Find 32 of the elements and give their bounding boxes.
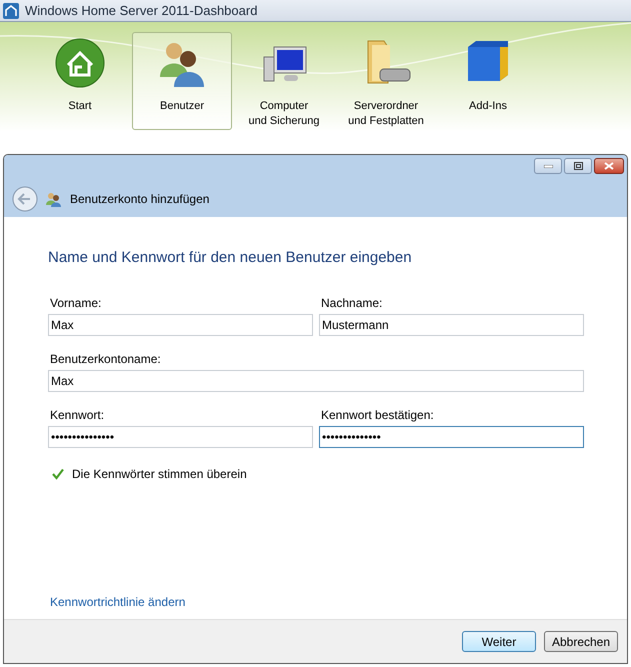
match-message: Die Kennwörter stimmen überein — [72, 466, 247, 482]
app-logo-icon — [3, 2, 19, 18]
ribbon-tab[interactable]: Benutzer — [132, 32, 232, 130]
policy-link[interactable]: Kennwortrichtlinie ändern — [50, 593, 186, 611]
minimize-icon — [544, 164, 552, 168]
dialog-button[interactable]: Weiter — [462, 631, 536, 652]
check-mark-icon — [52, 468, 64, 480]
text-field[interactable]: ••••••••••••••• — [48, 426, 313, 448]
text-field[interactable]: Max — [48, 314, 313, 336]
field-label: Kennwort: — [50, 406, 104, 424]
ribbon-tab[interactable]: Add-Ins — [438, 32, 538, 130]
close-button[interactable] — [594, 158, 624, 174]
field-label: Vorname: — [50, 294, 102, 312]
dialog-heading: Name und Kennwort für den neuen Benutzer eingeben — [48, 248, 413, 268]
dialog-title: Benutzerkonto hinzufügen — [70, 191, 210, 208]
field-label: Benutzerkontoname: — [50, 350, 161, 368]
maximize-icon — [574, 162, 582, 170]
field-label: Kennwort bestätigen: — [321, 406, 434, 424]
field-label: Nachname: — [321, 294, 382, 312]
users-icon — [46, 191, 62, 207]
dialog-button[interactable]: Abbrechen — [544, 631, 618, 652]
house-icon — [54, 37, 106, 89]
close-icon — [604, 162, 614, 170]
text-field[interactable]: •••••••••••••• — [319, 426, 584, 448]
text-field[interactable]: Mustermann — [319, 314, 584, 336]
ribbon-tab[interactable]: Serverordner und Festplatten — [336, 32, 436, 130]
window-title: Windows Home Server 2011-Dashboard — [25, 2, 258, 20]
maximize-button[interactable] — [564, 158, 592, 174]
ribbon-tab[interactable]: Start — [30, 32, 130, 130]
minimize-button[interactable] — [534, 158, 562, 174]
text-field[interactable]: Max — [48, 370, 584, 392]
ribbon-tab[interactable]: Computer und Sicherung — [234, 32, 334, 130]
